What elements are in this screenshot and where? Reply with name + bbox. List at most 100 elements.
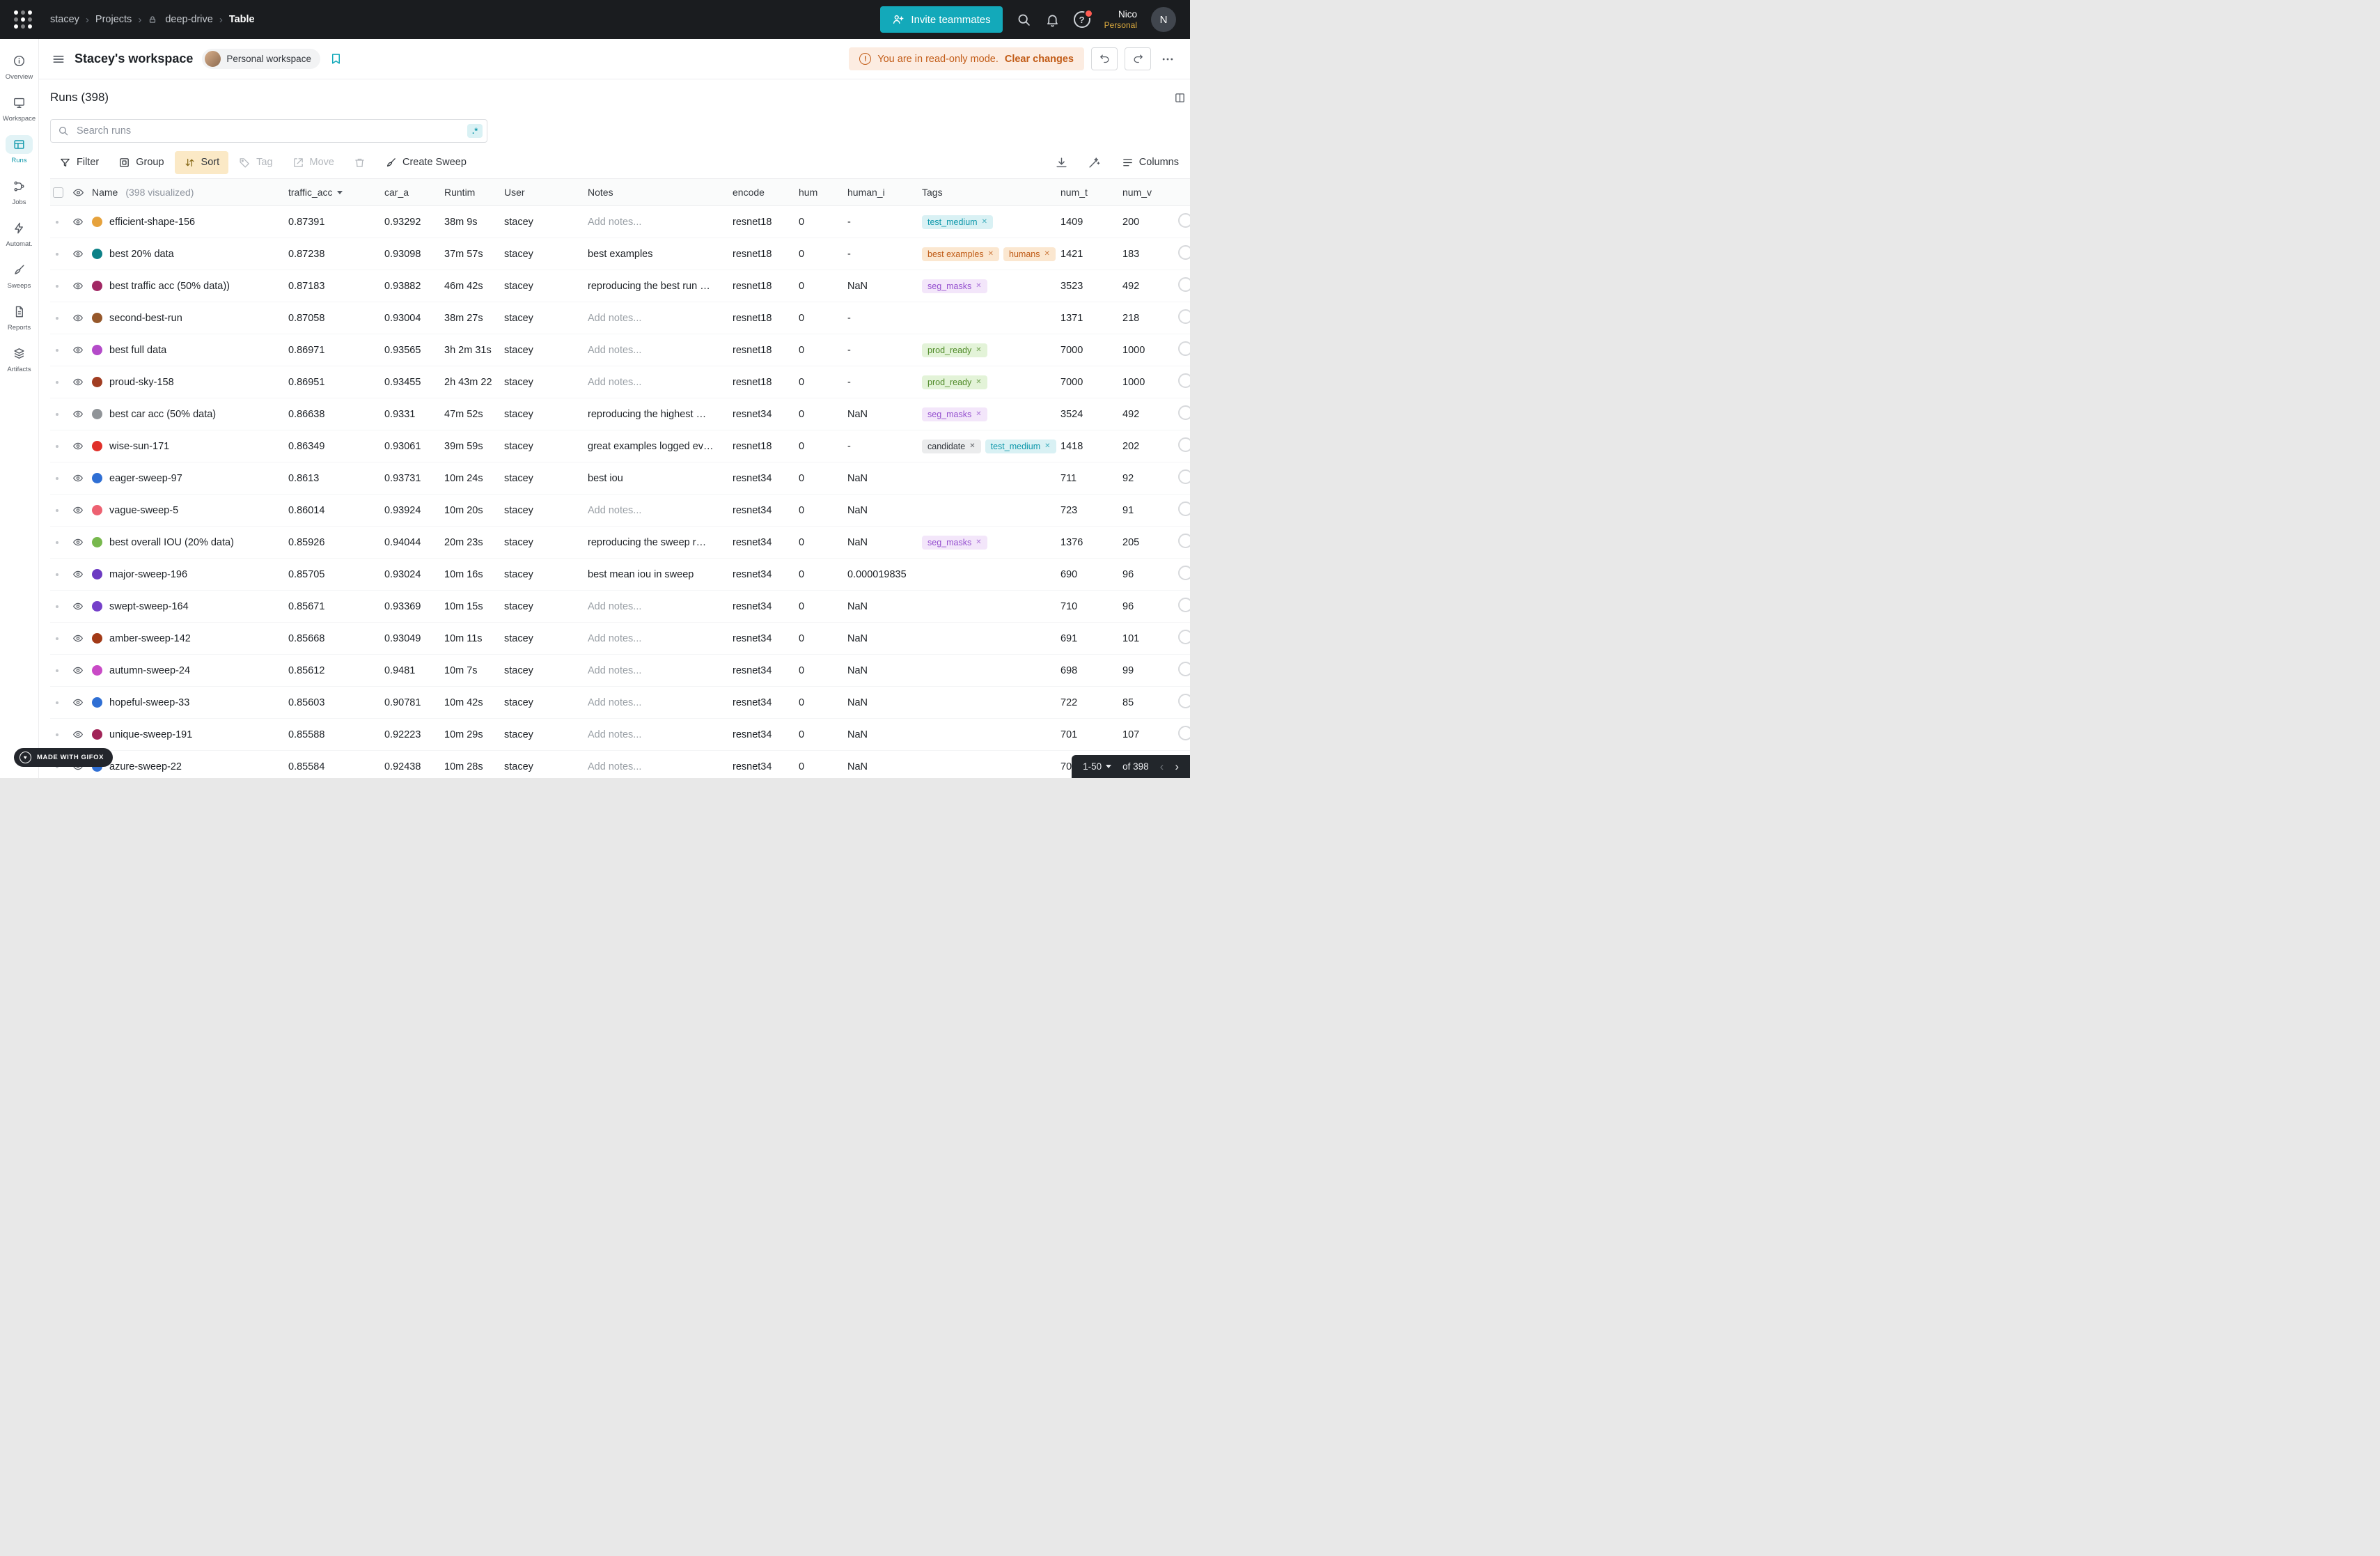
column-header-num-t[interactable]: num_t — [1060, 187, 1122, 198]
visibility-toggle[interactable] — [72, 664, 92, 676]
menu-icon[interactable] — [52, 52, 65, 66]
next-page-icon[interactable]: › — [1175, 760, 1179, 774]
help-icon[interactable] — [1074, 11, 1090, 28]
sidebar-item-artifacts[interactable]: Artifacts — [1, 340, 38, 378]
visibility-toggle[interactable] — [72, 504, 92, 516]
avatar[interactable]: N — [1151, 7, 1176, 32]
visibility-toggle[interactable] — [72, 600, 92, 612]
table-row[interactable]: major-sweep-1960.857050.9302410m 16sstac… — [50, 559, 1190, 591]
visibility-toggle[interactable] — [72, 697, 92, 708]
notes-cell[interactable]: best examples — [588, 249, 733, 260]
run-name-cell[interactable]: major-sweep-196 — [92, 569, 288, 580]
filter-button[interactable]: Filter — [50, 151, 108, 174]
visibility-toggle[interactable] — [72, 408, 92, 420]
tag-remove-icon[interactable]: ✕ — [976, 282, 981, 290]
search-runs-input[interactable] — [75, 125, 461, 137]
breadcrumb-projects[interactable]: Projects — [95, 14, 132, 25]
table-row[interactable]: second-best-run0.870580.9300438m 27sstac… — [50, 302, 1190, 334]
run-name-cell[interactable]: amber-sweep-142 — [92, 633, 288, 644]
column-header-num-v[interactable]: num_v — [1122, 187, 1178, 198]
sidebar-item-jobs[interactable]: Jobs — [1, 173, 38, 210]
visibility-toggle[interactable] — [72, 344, 92, 356]
tag-pill[interactable]: seg_masks✕ — [922, 279, 987, 293]
table-row[interactable]: wise-sun-1710.863490.9306139m 59sstaceyg… — [50, 430, 1190, 462]
sidebar-item-automations[interactable]: Automat. — [1, 215, 38, 252]
run-name-cell[interactable]: azure-sweep-22 — [92, 761, 288, 772]
visibility-toggle[interactable] — [72, 729, 92, 740]
notes-cell[interactable]: best iou — [588, 473, 733, 484]
run-name-cell[interactable]: autumn-sweep-24 — [92, 665, 288, 676]
visibility-all-icon[interactable] — [72, 187, 92, 199]
tag-pill[interactable]: candidate✕ — [922, 439, 981, 453]
regex-toggle-button[interactable]: .* — [467, 124, 483, 138]
table-row[interactable]: vague-sweep-50.860140.9392410m 20sstacey… — [50, 495, 1190, 527]
table-row[interactable]: azure-sweep-220.855840.9243810m 28sstace… — [50, 751, 1190, 778]
download-icon[interactable] — [1052, 153, 1071, 172]
panel-layout-icon[interactable] — [1174, 92, 1186, 104]
run-name[interactable]: best traffic acc (50% data)) — [109, 281, 230, 292]
visibility-toggle[interactable] — [72, 568, 92, 580]
table-row[interactable]: swept-sweep-1640.856710.9336910m 15sstac… — [50, 591, 1190, 623]
visibility-toggle[interactable] — [72, 248, 92, 260]
run-name[interactable]: best overall IOU (20% data) — [109, 537, 234, 548]
page-size-dropdown[interactable]: 1-50 — [1083, 761, 1111, 772]
table-row[interactable]: unique-sweep-1910.855880.9222310m 29ssta… — [50, 719, 1190, 751]
tag-pill[interactable]: prod_ready✕ — [922, 375, 987, 389]
run-name-cell[interactable]: wise-sun-171 — [92, 441, 288, 452]
run-name-cell[interactable]: hopeful-sweep-33 — [92, 697, 288, 708]
run-name[interactable]: best car acc (50% data) — [109, 409, 216, 420]
search-icon[interactable] — [1017, 13, 1031, 27]
column-header-runtime[interactable]: Runtim — [444, 187, 504, 198]
notes-cell[interactable]: reproducing the highest … — [588, 409, 733, 420]
run-name[interactable]: efficient-shape-156 — [109, 217, 195, 228]
run-name-cell[interactable]: second-best-run — [92, 313, 288, 324]
column-header-car-a[interactable]: car_a — [384, 187, 444, 198]
notifications-bell-icon[interactable] — [1045, 13, 1060, 27]
run-name[interactable]: azure-sweep-22 — [109, 761, 182, 772]
tag-remove-icon[interactable]: ✕ — [1044, 250, 1049, 258]
more-options-icon[interactable] — [1158, 52, 1177, 66]
sidebar-item-workspace[interactable]: Workspace — [1, 89, 38, 127]
run-name-cell[interactable]: vague-sweep-5 — [92, 505, 288, 516]
run-name-cell[interactable]: unique-sweep-191 — [92, 729, 288, 740]
undo-button[interactable] — [1091, 47, 1118, 70]
column-header-tags[interactable]: Tags — [922, 187, 1060, 198]
run-name[interactable]: wise-sun-171 — [109, 441, 169, 452]
breadcrumb-project[interactable]: deep-drive — [165, 14, 213, 25]
redo-button[interactable] — [1125, 47, 1151, 70]
run-name-cell[interactable]: best traffic acc (50% data)) — [92, 281, 288, 292]
table-row[interactable]: best 20% data0.872380.9309837m 57sstacey… — [50, 238, 1190, 270]
sidebar-item-sweeps[interactable]: Sweeps — [1, 256, 38, 294]
run-name[interactable]: best 20% data — [109, 249, 174, 260]
sidebar-item-reports[interactable]: Reports — [1, 298, 38, 336]
tag-remove-icon[interactable]: ✕ — [976, 410, 981, 418]
visibility-toggle[interactable] — [72, 536, 92, 548]
select-all-checkbox[interactable] — [50, 187, 72, 198]
column-header-hum[interactable]: hum — [799, 187, 847, 198]
columns-button[interactable]: Columns — [1118, 156, 1183, 169]
run-name[interactable]: best full data — [109, 345, 166, 356]
run-name-cell[interactable]: proud-sky-158 — [92, 377, 288, 388]
notes-cell[interactable]: Add notes... — [588, 377, 733, 388]
notes-cell[interactable]: Add notes... — [588, 697, 733, 708]
column-header-traffic-acc[interactable]: traffic_acc — [288, 187, 384, 198]
delete-button[interactable] — [345, 151, 375, 174]
sort-button[interactable]: Sort — [175, 151, 229, 174]
column-header-human-id[interactable]: human_i — [847, 187, 922, 198]
column-header-name[interactable]: Name (398 visualized) — [92, 187, 288, 198]
column-header-user[interactable]: User — [504, 187, 588, 198]
notes-cell[interactable]: Add notes... — [588, 761, 733, 772]
run-name[interactable]: eager-sweep-97 — [109, 473, 182, 484]
user-meta[interactable]: Nico Personal — [1104, 9, 1137, 31]
table-row[interactable]: proud-sky-1580.869510.934552h 43m 22stac… — [50, 366, 1190, 398]
notes-cell[interactable]: Add notes... — [588, 345, 733, 356]
run-name[interactable]: major-sweep-196 — [109, 569, 187, 580]
run-name-cell[interactable]: best overall IOU (20% data) — [92, 537, 288, 548]
tag-remove-icon[interactable]: ✕ — [988, 250, 994, 258]
table-row[interactable]: best overall IOU (20% data)0.859260.9404… — [50, 527, 1190, 559]
workspace-badge[interactable]: Personal workspace — [202, 49, 320, 69]
table-row[interactable]: amber-sweep-1420.856680.9304910m 11sstac… — [50, 623, 1190, 655]
tag-button[interactable]: Tag — [230, 151, 281, 174]
sidebar-item-overview[interactable]: Overview — [1, 47, 38, 85]
table-row[interactable]: best full data0.869710.935653h 2m 31ssta… — [50, 334, 1190, 366]
